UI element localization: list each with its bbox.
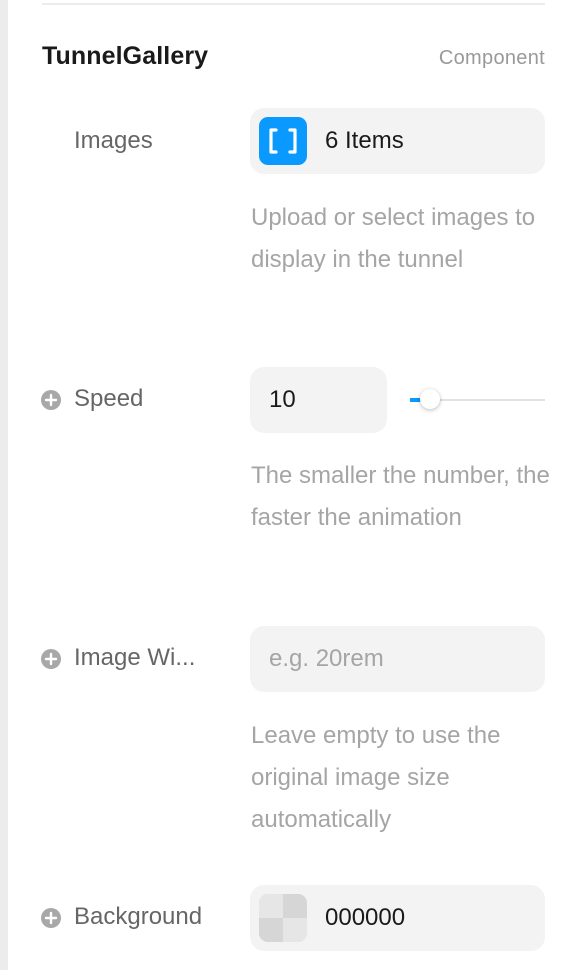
background-value: 000000 [325,904,406,931]
speed-slider-thumb[interactable] [420,389,440,409]
array-brackets-icon [259,117,307,165]
component-name: TunnelGallery [42,42,209,70]
image-width-input[interactable]: e.g. 20rem [250,626,545,692]
panel-left-border [0,0,8,970]
speed-value: 10 [269,386,296,413]
speed-input[interactable]: 10 [250,367,387,433]
color-swatch[interactable] [259,894,307,942]
images-field[interactable]: 6 Items [250,108,545,174]
images-hint: Upload or select images to display in th… [251,204,536,273]
background-label: Background [74,903,203,930]
images-value: 6 Items [325,127,404,154]
add-image-width-icon[interactable] [41,649,61,669]
component-type-label: Component [438,47,545,69]
speed-hint: The smaller the number, the faster the a… [251,462,550,531]
speed-label: Speed [74,385,144,412]
properties-panel: TunnelGallery Component Images 6 Items U… [0,0,578,970]
section-divider [42,3,545,5]
add-speed-icon[interactable] [41,390,61,410]
images-label: Images [74,127,153,154]
image-width-hint: Leave empty to use the original image si… [251,722,501,833]
image-width-placeholder: e.g. 20rem [269,645,384,672]
add-background-icon[interactable] [41,908,61,928]
background-color-field[interactable]: 000000 [250,885,545,951]
image-width-label: Image Wi... [74,644,196,671]
